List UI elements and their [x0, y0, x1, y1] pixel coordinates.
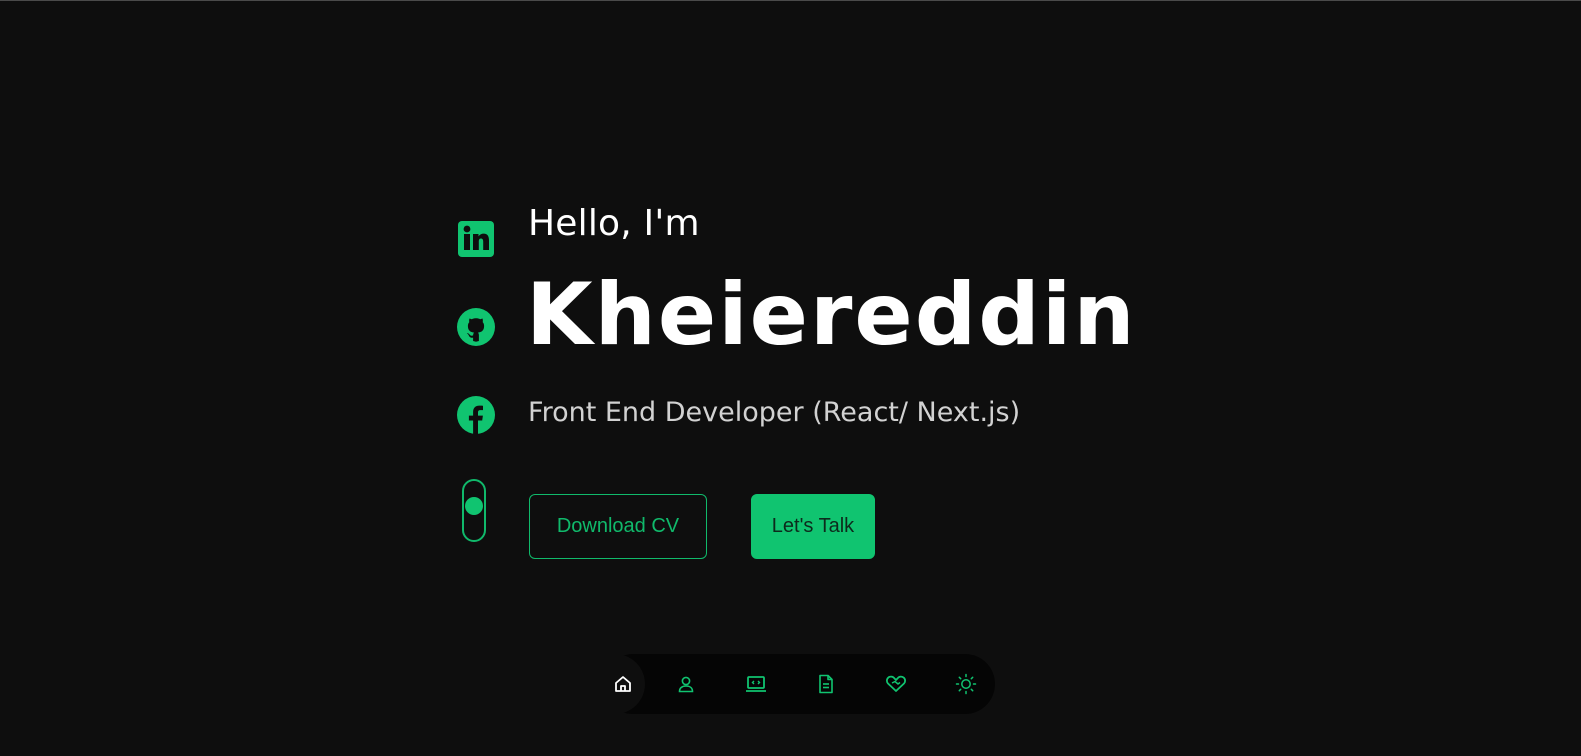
hero-name: Kheiereddin — [526, 265, 1137, 365]
home-icon — [615, 676, 631, 692]
bottom-nav — [603, 654, 995, 714]
hero-section: Hello, I'm Kheiereddin Front End Develop… — [0, 0, 1581, 756]
sun-icon — [955, 673, 977, 695]
linkedin-icon — [458, 221, 494, 257]
role-text: Front End Developer (React/ Next.js) — [528, 397, 1021, 428]
greeting-text: Hello, I'm — [528, 203, 700, 244]
lets-talk-button[interactable]: Let's Talk — [751, 494, 875, 559]
facebook-link[interactable] — [457, 396, 495, 434]
scroll-indicator — [462, 479, 486, 542]
handshake-heart-icon — [886, 675, 906, 692]
nav-item-about[interactable] — [666, 654, 706, 714]
nav-item-resume[interactable] — [806, 654, 846, 714]
nav-item-projects[interactable] — [736, 654, 776, 714]
nav-item-home[interactable] — [603, 654, 643, 714]
github-link[interactable] — [457, 308, 495, 346]
user-icon — [678, 676, 694, 693]
document-icon — [819, 674, 833, 694]
theme-toggle[interactable] — [946, 654, 986, 714]
scroll-dot — [465, 497, 483, 515]
laptop-code-icon — [746, 676, 766, 692]
linkedin-link[interactable] — [457, 220, 495, 258]
github-icon — [457, 308, 495, 346]
facebook-icon — [457, 396, 495, 434]
nav-item-contact[interactable] — [876, 654, 916, 714]
download-cv-button[interactable]: Download CV — [529, 494, 707, 559]
